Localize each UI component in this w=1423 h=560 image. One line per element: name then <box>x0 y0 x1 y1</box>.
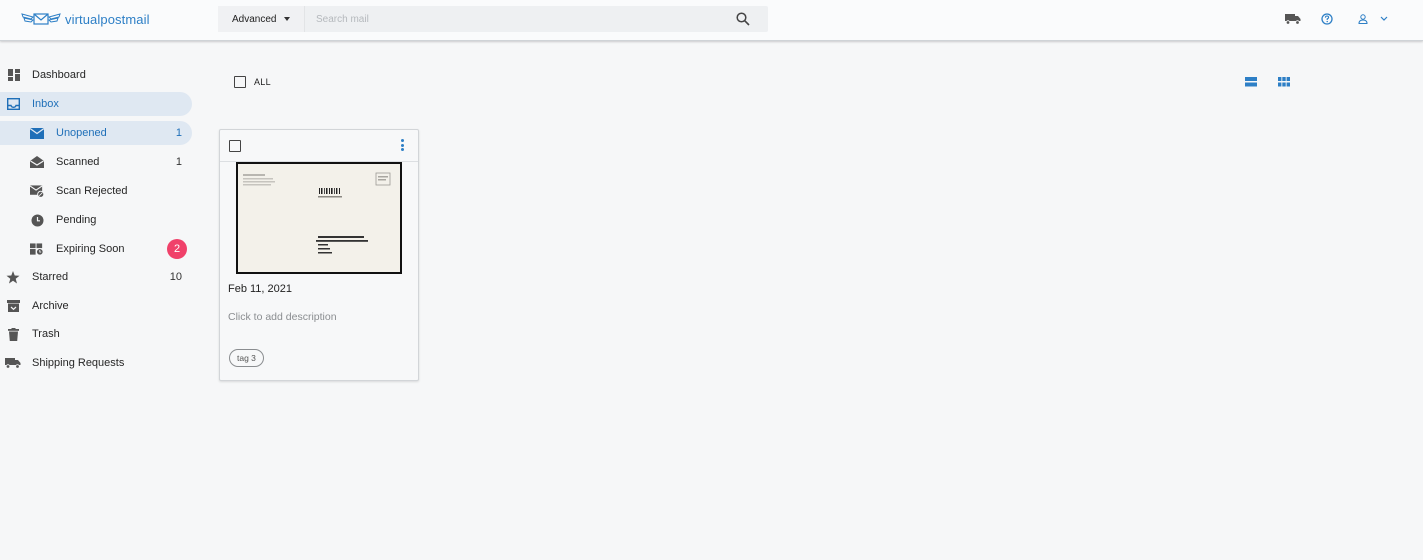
top-header: virtualpostmail Advanced <box>0 0 1423 41</box>
starred-count: 10 <box>169 271 182 283</box>
envelope-image <box>238 164 400 272</box>
caret-down-icon <box>284 17 291 21</box>
user-icon[interactable] <box>1358 14 1368 24</box>
truck-icon <box>5 356 21 370</box>
truck-icon[interactable] <box>1285 13 1301 25</box>
mail-card-header <box>220 130 418 162</box>
sidebar-item-label: Pending <box>56 214 97 226</box>
trash-icon <box>6 327 20 341</box>
expiring-icon <box>30 242 44 256</box>
scanned-count: 1 <box>175 156 182 168</box>
mail-tag[interactable]: tag 3 <box>229 349 264 367</box>
sidebar-item-pending[interactable]: Pending <box>0 208 192 232</box>
sidebar-item-starred[interactable]: Starred 10 <box>0 265 192 289</box>
sidebar-item-label: Expiring Soon <box>56 243 125 255</box>
sidebar-item-label: Starred <box>32 271 69 283</box>
select-all-checkbox[interactable] <box>234 76 246 88</box>
select-all-label: ALL <box>254 77 271 87</box>
sidebar-item-label: Scan Rejected <box>56 185 128 197</box>
list-view-icon[interactable] <box>1245 77 1257 87</box>
envelope-scan-thumbnail[interactable] <box>236 162 402 274</box>
chevron-down-icon[interactable] <box>1380 16 1388 22</box>
advanced-label: Advanced <box>232 13 277 25</box>
mail-select-checkbox[interactable] <box>229 140 241 152</box>
search-icon[interactable] <box>736 12 750 26</box>
sidebar-item-label: Trash <box>32 328 60 340</box>
sidebar-item-scan-rejected[interactable]: Scan Rejected <box>0 179 192 203</box>
unopened-count: 1 <box>175 127 182 139</box>
envelope-open-icon <box>30 155 44 169</box>
sidebar-item-label: Inbox <box>32 98 59 110</box>
sidebar-item-archive[interactable]: Archive <box>0 294 192 318</box>
envelope-closed-icon <box>30 126 44 140</box>
expiring-count-badge: 2 <box>167 239 187 259</box>
mail-date: Feb 11, 2021 <box>228 283 293 295</box>
inbox-icon <box>6 97 20 111</box>
sidebar-item-expiring-soon[interactable]: Expiring Soon 2 <box>0 237 192 261</box>
sidebar-item-scanned[interactable]: Scanned 1 <box>0 150 192 174</box>
logo[interactable]: virtualpostmail <box>21 8 150 30</box>
sidebar-item-dashboard[interactable]: Dashboard <box>0 63 192 87</box>
star-icon <box>6 270 20 284</box>
sidebar-item-inbox[interactable]: Inbox <box>0 92 192 116</box>
envelope-rejected-icon <box>30 184 44 198</box>
sidebar-item-unopened[interactable]: Unopened 1 <box>0 121 192 145</box>
sidebar-item-label: Scanned <box>56 156 100 168</box>
help-icon[interactable] <box>1321 13 1333 25</box>
sidebar-item-shipping-requests[interactable]: Shipping Requests <box>0 351 192 375</box>
mail-description-field[interactable]: Click to add description <box>228 311 337 323</box>
dashboard-icon <box>7 68 21 82</box>
more-options-icon[interactable] <box>401 139 405 152</box>
sidebar-item-trash[interactable]: Trash <box>0 322 192 346</box>
clock-icon <box>30 213 44 227</box>
sidebar-item-label: Unopened <box>56 127 107 139</box>
mail-card[interactable]: Feb 11, 2021 Click to add description ta… <box>219 129 419 381</box>
sidebar-item-label: Dashboard <box>32 69 86 81</box>
logo-text: virtualpostmail <box>65 11 150 27</box>
advanced-search-button[interactable]: Advanced <box>218 6 305 32</box>
select-all-row: ALL <box>234 76 271 88</box>
search-bar: Advanced <box>218 6 768 32</box>
sidebar-item-label: Shipping Requests <box>32 357 125 369</box>
search-input[interactable] <box>305 6 768 32</box>
sidebar-item-label: Archive <box>32 300 69 312</box>
grid-view-icon[interactable] <box>1278 77 1290 87</box>
archive-icon <box>6 299 20 313</box>
winged-envelope-icon <box>21 13 61 25</box>
